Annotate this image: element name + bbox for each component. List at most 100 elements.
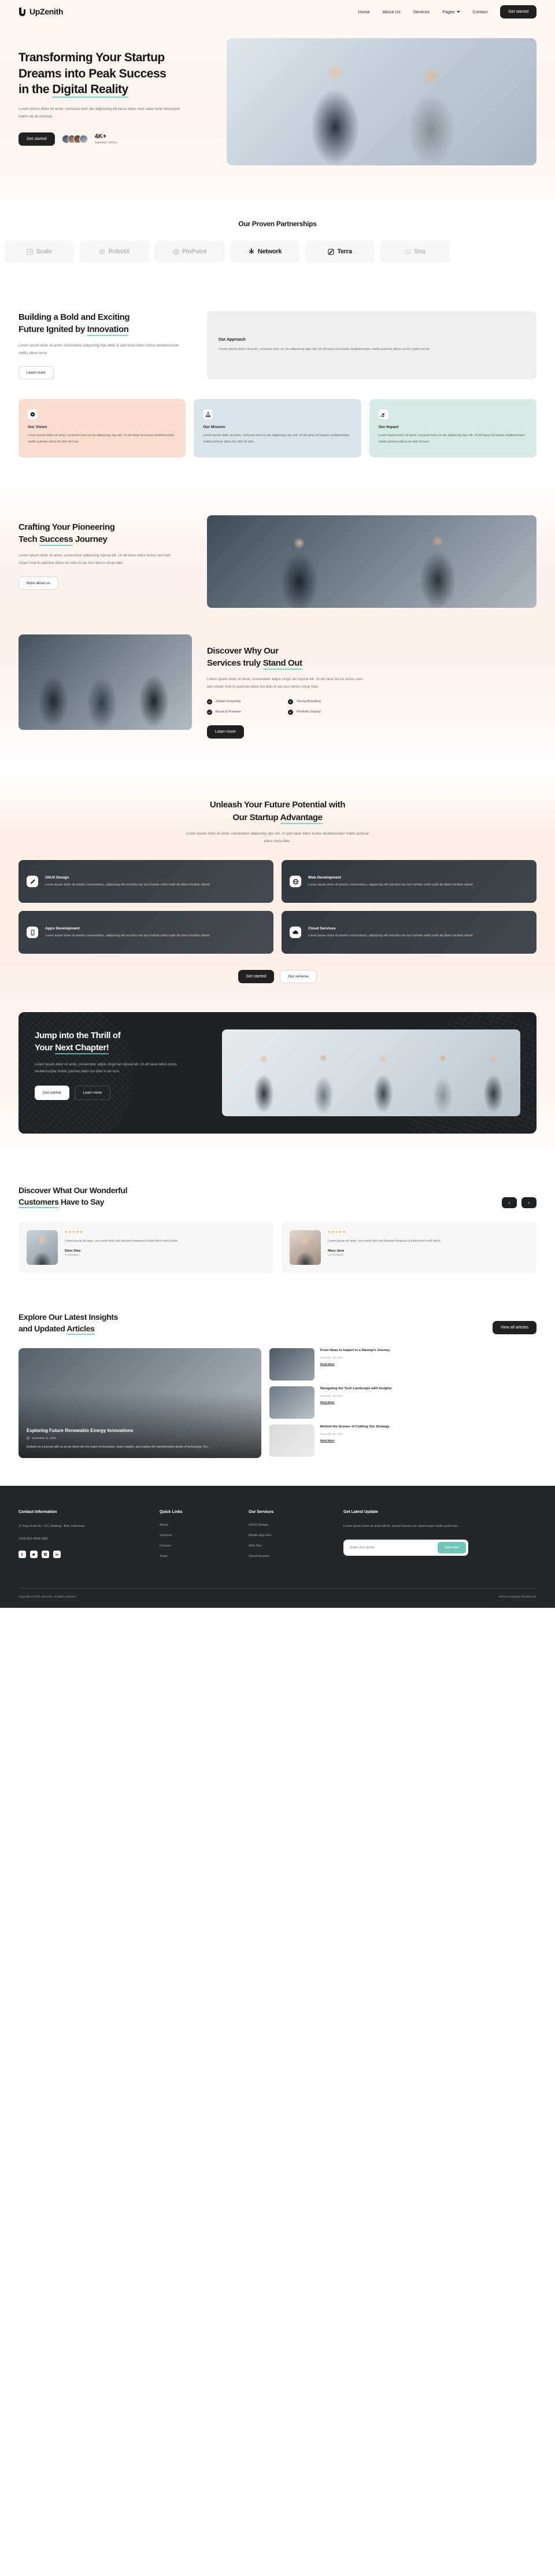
unleash-get-started-button[interactable]: Get started — [238, 970, 275, 984]
cta-paragraph: Lorem ipsum dolor sit amet, consectetur … — [35, 1062, 177, 1073]
footer-social-links — [18, 1551, 146, 1559]
building-title-line2-prefix: Future Ignited by — [18, 324, 87, 334]
nav-item-home[interactable]: Home — [358, 9, 370, 14]
article-list-item[interactable]: Behind the Scenes of Crafting Our Strate… — [269, 1424, 536, 1457]
article-list-item[interactable]: From Ideas to Impact in a Startup's Jour… — [269, 1348, 536, 1381]
brand-logo[interactable]: UpZenith — [18, 7, 64, 16]
unleash-our-services-button[interactable]: Our services — [280, 970, 317, 984]
partner-name: Scale — [36, 248, 52, 255]
main-nav: Home About Us Services Pages Contact Get… — [358, 5, 536, 19]
crafting-more-about-button[interactable]: More about us — [18, 576, 58, 590]
view-all-articles-button[interactable]: View all articles — [492, 1321, 536, 1335]
discover-learn-more-button[interactable]: Learn more — [207, 725, 244, 739]
network-icon — [248, 248, 255, 255]
building-paragraph: Lorem ipsum dolor sit amet, consectetur … — [18, 344, 179, 355]
article-item-body: From Ideas to Impact in a Startup's Jour… — [320, 1348, 390, 1381]
unleash-button-row: Get started Our services — [18, 970, 536, 984]
footer-link-services[interactable]: Services — [160, 1534, 235, 1537]
service-card-text: UI/UX Design Lorem ipsum dolor sit ametu… — [45, 876, 210, 888]
crafting-section: Crafting Your Pioneering Tech Success Jo… — [0, 483, 555, 635]
nav-item-contact[interactable]: Contact — [473, 9, 488, 14]
subscribe-button[interactable]: Subscribe — [438, 1541, 466, 1553]
article-list-item[interactable]: Navigating the Tech Landscape with Insig… — [269, 1386, 536, 1419]
footer-bottom-bar: Copyright © 2023 UpZenith. All rights re… — [18, 1588, 536, 1608]
service-card-title: Apps Development — [45, 926, 80, 931]
vision-title: Our Vision — [28, 425, 47, 430]
article-side-list: From Ideas to Impact in a Startup's Jour… — [269, 1348, 536, 1458]
service-card-uiux[interactable]: UI/UX Design Lorem ipsum dolor sit ametu… — [18, 860, 273, 903]
article-thumbnail — [269, 1386, 314, 1419]
hero-image-wrap — [227, 38, 536, 165]
footer-service-cloud[interactable]: Cloud Sevices — [249, 1555, 330, 1558]
cta-title-highlight: Next Chapter! — [55, 1043, 109, 1055]
service-card-title: Cloud Services — [308, 926, 336, 931]
service-card-cloud[interactable]: Cloud Services Lorem ipsum dolor sit ame… — [282, 911, 536, 954]
building-title-line1: Building a Bold and Exciting — [18, 312, 130, 322]
partners-title: Our Proven Partnerships — [238, 220, 317, 228]
compass-icon — [28, 409, 38, 420]
article-read-more-link[interactable]: Read More — [320, 1363, 390, 1366]
footer-link-contact[interactable]: Contact — [160, 1544, 235, 1548]
building-learn-more-button[interactable]: Learn more — [18, 366, 54, 380]
chevron-down-icon — [456, 10, 460, 13]
featured-article-meta: December 11, 2023 — [27, 1437, 253, 1441]
featured-article-date: December 11, 2023 — [32, 1437, 56, 1440]
twitter-icon[interactable] — [30, 1551, 38, 1559]
footer-service-mobile[interactable]: Mobile App Dev — [249, 1534, 330, 1537]
service-card-apps[interactable]: Apps Development Lorem ipsum dolor sit a… — [18, 911, 273, 954]
nav-item-pages[interactable]: Pages — [442, 9, 460, 14]
check-icon — [288, 709, 293, 715]
cta-learn-more-button[interactable]: Learn more — [74, 1085, 111, 1100]
footer-link-team[interactable]: Team — [160, 1555, 235, 1558]
discover-title-highlight: Stand Out — [262, 658, 302, 670]
vmi-cards: Our Vision Lorem ipsum dolor sit amet, c… — [0, 379, 555, 458]
discover-feature-grid: Global Inclusivity Strong Branding Boost… — [207, 699, 357, 715]
check-icon — [288, 699, 293, 704]
featured-article-card[interactable]: Exploring Future Renewable Energy Innova… — [18, 1348, 261, 1459]
testimonial-body: ★★★★★ Lorem ipsum sit amet, con sente do… — [65, 1230, 178, 1265]
partner-name: RobotX — [108, 248, 130, 255]
testimonial-list: ★★★★★ Lorem ipsum sit amet, con sente do… — [18, 1221, 536, 1273]
avatar — [79, 134, 88, 143]
testimonial-text: Lorem ipsum sit amet, con sente dolo sed… — [328, 1239, 442, 1243]
carousel-next-button[interactable]: › — [521, 1197, 536, 1208]
shield-icon — [18, 7, 27, 16]
cta-title-line2-prefix: Your — [35, 1043, 56, 1053]
partner-name: PinPoint — [182, 248, 207, 255]
email-input[interactable] — [346, 1545, 438, 1549]
article-read-more-link[interactable]: Read More — [320, 1440, 390, 1442]
footer-service-uiux[interactable]: UI/UX Design — [249, 1523, 330, 1527]
nav-item-services[interactable]: Services — [413, 9, 430, 14]
partner-logo-terra: Terra — [305, 241, 375, 263]
feature-label: Portfolio Display — [297, 710, 321, 714]
header-get-started-button[interactable]: Get started — [500, 5, 536, 19]
facebook-icon[interactable] — [18, 1551, 26, 1559]
carousel-prev-button[interactable]: ‹ — [502, 1197, 517, 1208]
building-section: Building a Bold and Exciting Future Igni… — [0, 286, 555, 380]
featured-article-title: Exploring Future Renewable Energy Innova… — [27, 1427, 134, 1433]
service-card-web[interactable]: Web Development Lorem ipsum dolor sit am… — [282, 860, 536, 903]
feature-item: Portfolio Display — [288, 709, 357, 715]
testimonial-author: Elien Diaz — [65, 1249, 81, 1253]
crafting-title-line2-prefix: Tech — [18, 534, 40, 545]
hero-stat: 4K+ Satisfied Clients — [95, 133, 117, 145]
article-read-more-link[interactable]: Read More — [320, 1401, 392, 1404]
building-title: Building a Bold and Exciting Future Igni… — [18, 311, 192, 336]
cta-get-started-button[interactable]: Get started — [35, 1085, 69, 1100]
linkedin-icon[interactable] — [53, 1551, 61, 1559]
article-date: November 30, 2023 — [320, 1356, 343, 1360]
footer-contact-column: Contact Information Jl. Raya Kuta No. 12… — [18, 1510, 146, 1565]
footer-address: Jl. Raya Kuta No. 121, Badung - Bali, In… — [18, 1525, 86, 1529]
hero-paragraph: Lorem ipsum dolor sit amet, consecte tur… — [18, 107, 180, 119]
instagram-icon[interactable] — [42, 1551, 49, 1559]
crafting-paragraph: Lorem ipsum dolor sit amet, consectetur … — [18, 553, 171, 566]
newsletter-form: Subscribe — [343, 1539, 468, 1556]
hero-get-started-button[interactable]: Get started — [18, 132, 55, 146]
unleash-section: Unleash Your Future Potential with Our S… — [0, 770, 555, 1007]
footer-service-web[interactable]: Web Dev — [249, 1544, 330, 1548]
nav-item-about[interactable]: About Us — [383, 9, 401, 14]
footer-link-about[interactable]: About — [160, 1523, 235, 1527]
rating-stars: ★★★★★ — [65, 1230, 83, 1234]
article-thumbnail — [269, 1424, 314, 1457]
testimonial-text: Lorem ipsum sit amet, con sente dolo sed… — [65, 1239, 179, 1243]
